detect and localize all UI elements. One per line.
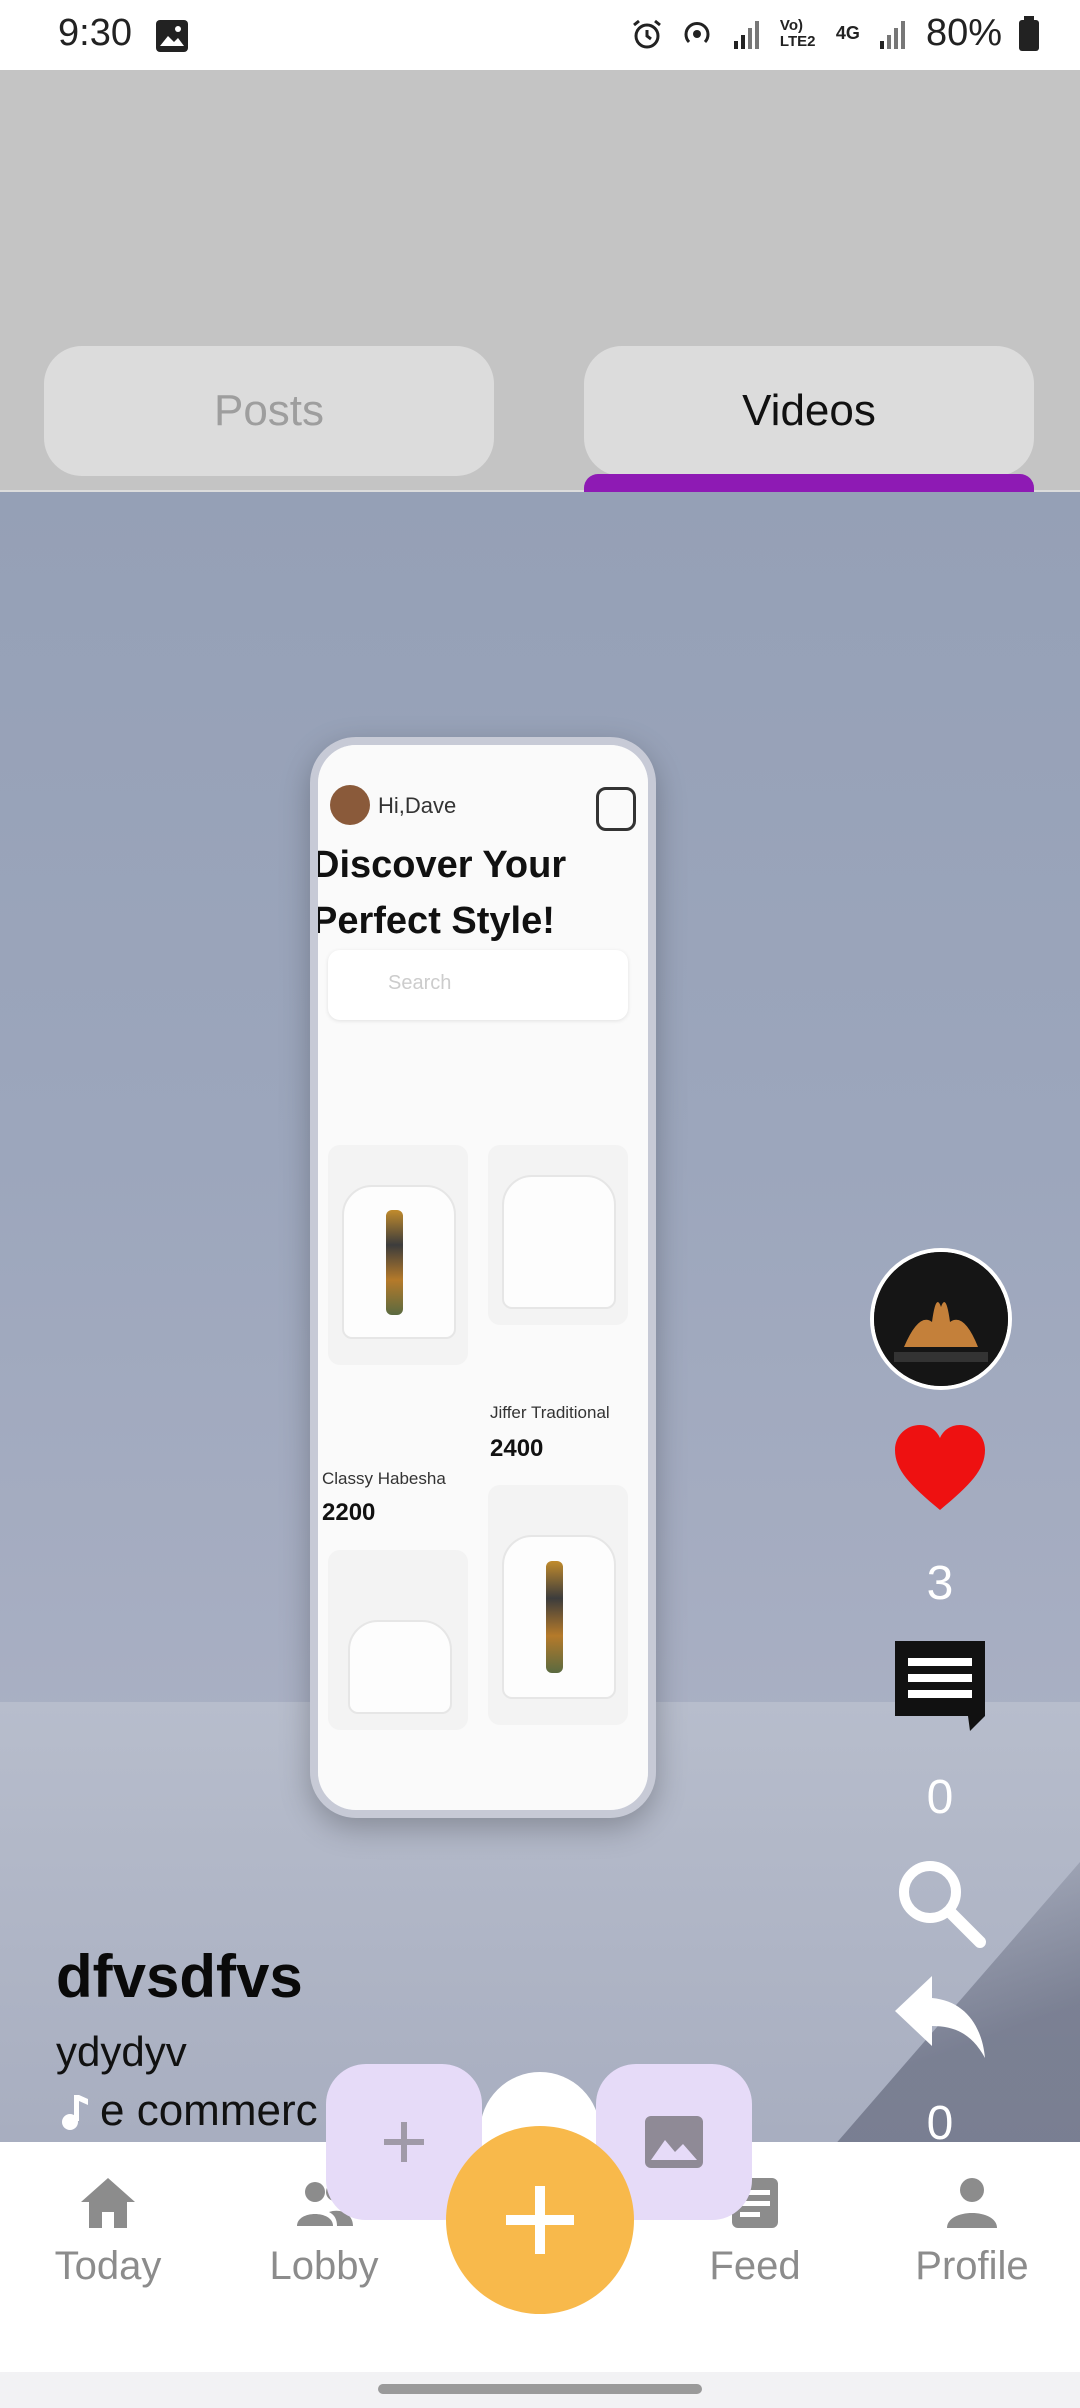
nav-today[interactable]: Today — [18, 2172, 198, 2289]
image-icon — [645, 2116, 703, 2168]
mock-search-bar: Search — [328, 950, 628, 1020]
share-reply-icon[interactable] — [890, 1966, 990, 2066]
alarm-icon — [632, 19, 661, 48]
video-description: ydydyv — [56, 2028, 187, 2075]
network-label: Vo) LTE2 — [779, 16, 816, 50]
like-heart-icon[interactable] — [890, 1420, 990, 1520]
mock-product-price: 2200 — [322, 1499, 376, 1526]
mock-product-card — [328, 1145, 468, 1365]
mock-product-card — [488, 1145, 628, 1325]
phone-mockup: Hi,Dave Discover Your Perfect Style! Sea… — [310, 737, 656, 1818]
nav-profile[interactable]: Profile — [882, 2172, 1062, 2289]
mock-title-line2: Perfect Style! — [312, 900, 555, 942]
nav-feed-label: Feed — [709, 2244, 801, 2288]
mock-avatar — [330, 785, 370, 825]
mock-product-card — [488, 1485, 628, 1725]
signal-icon-2 — [879, 20, 905, 49]
nav-profile-label: Profile — [915, 2244, 1029, 2288]
battery-icon — [1019, 15, 1039, 51]
nav-today-label: Today — [54, 2244, 162, 2288]
mock-shirt-image — [348, 1620, 452, 1714]
mock-greeting: Hi,Dave — [378, 793, 457, 818]
tab-videos[interactable]: Videos — [584, 346, 1034, 476]
signal-icon — [733, 20, 759, 49]
comment-icon[interactable] — [890, 1636, 990, 1736]
tab-selected-indicator — [584, 474, 1034, 492]
mock-bag-icon — [596, 787, 636, 831]
tab-posts-label: Posts — [213, 386, 325, 435]
gallery-notification-icon — [156, 20, 188, 52]
header-area: Posts Videos — [0, 70, 1080, 492]
plus-icon — [384, 2122, 424, 2162]
music-note-icon — [62, 2095, 88, 2130]
mock-search-placeholder: Search — [388, 972, 452, 994]
mock-title-line1: Discover Your — [312, 844, 567, 886]
mock-product-name: Jiffer Traditional — [490, 1403, 610, 1422]
tab-videos-label: Videos — [742, 386, 876, 435]
plus-icon — [506, 2186, 574, 2254]
tab-posts[interactable]: Posts — [44, 346, 494, 476]
comments-count: 0 — [926, 1771, 954, 1824]
mock-shirt-image — [502, 1175, 616, 1309]
search-icon[interactable] — [890, 1852, 990, 1952]
person-icon — [947, 2178, 997, 2228]
mock-product-card — [328, 1550, 468, 1730]
battery-level: 80% — [925, 12, 1002, 54]
hotspot-icon — [684, 21, 710, 43]
status-time: 9:30 — [58, 12, 132, 54]
video-sound-label: e commerc — [100, 2086, 318, 2135]
mock-shirt-image — [342, 1185, 456, 1339]
mock-title: Discover Your Perfect Style! — [312, 837, 648, 949]
network-type: 4G — [835, 23, 860, 43]
video-username[interactable]: dfvsdfvs — [56, 1942, 303, 2011]
video-sound[interactable]: e commerc — [56, 2086, 318, 2136]
creator-avatar-image — [874, 1252, 1008, 1386]
creator-avatar[interactable] — [870, 1248, 1012, 1390]
home-indicator[interactable] — [378, 2384, 702, 2394]
mock-product-price: 2400 — [490, 1435, 544, 1462]
phone-screen: Hi,Dave Discover Your Perfect Style! Sea… — [318, 745, 648, 1810]
mock-product-name: Classy Habesha — [322, 1469, 446, 1488]
likes-count: 3 — [926, 1557, 954, 1610]
status-bar: 9:30 Vo) LTE2 4G 80% — [0, 0, 1080, 70]
nav-lobby-label: Lobby — [269, 2244, 379, 2288]
status-icons: Vo) LTE2 4G 80% — [630, 12, 1040, 55]
create-button[interactable] — [446, 2126, 634, 2314]
mock-shirt-image — [502, 1535, 616, 1699]
home-icon — [81, 2178, 135, 2228]
